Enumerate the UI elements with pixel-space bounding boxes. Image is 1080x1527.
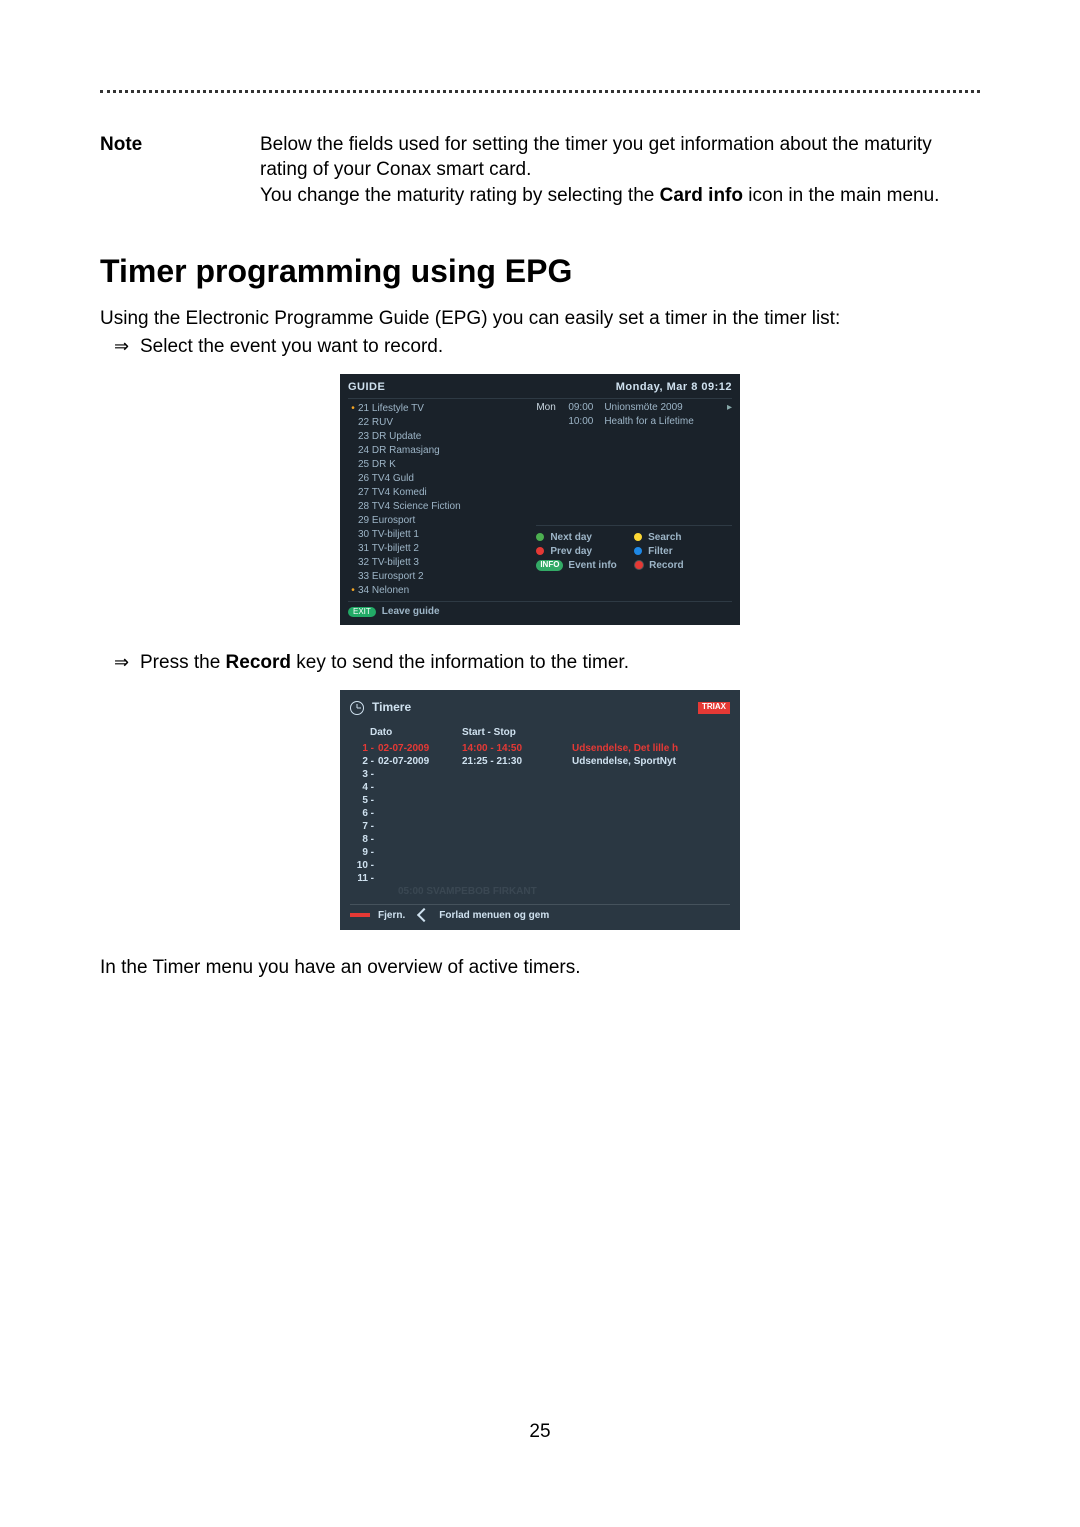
timer-row[interactable]: 10 - — [350, 859, 730, 872]
epg-right-panel: Mon09:00Unionsmöte 2009▸10:00Health for … — [532, 401, 732, 597]
card-info-ref: Card info — [660, 185, 743, 206]
intro-paragraph: Using the Electronic Programme Guide (EP… — [100, 307, 980, 332]
clock-icon — [350, 701, 364, 715]
epg-actions: Next day Search Prev day Filter INFOEven… — [536, 525, 732, 572]
page-number: 25 — [100, 1420, 980, 1445]
epg-next-day[interactable]: Next day — [536, 530, 634, 544]
epg-title: GUIDE — [348, 380, 385, 394]
epg-leave-guide[interactable]: Leave guide — [382, 605, 440, 618]
note-body: Below the fields used for setting the ti… — [260, 133, 980, 211]
epg-filter[interactable]: Filter — [634, 544, 732, 558]
epg-record[interactable]: Record — [634, 558, 732, 572]
channel-name: 23 DR Update — [358, 430, 532, 443]
timer-row[interactable]: 7 - — [350, 820, 730, 833]
channel-name: 31 TV-biljett 2 — [358, 542, 532, 555]
dotted-rule — [100, 90, 980, 93]
event-row[interactable]: 10:00Health for a Lifetime — [536, 415, 732, 429]
channel-row[interactable]: 27 TV4 Komedi — [348, 485, 532, 499]
closing-paragraph: In the Timer menu you have an overview o… — [100, 956, 980, 981]
section-heading: Timer programming using EPG — [100, 251, 980, 293]
channel-row[interactable]: 23 DR Update — [348, 429, 532, 443]
note-label: Note — [100, 133, 260, 211]
timer-title: Timere — [372, 700, 411, 716]
red-dash-icon — [350, 913, 370, 917]
epg-search[interactable]: Search — [634, 530, 732, 544]
timer-row[interactable]: 3 - — [350, 768, 730, 781]
record-key-ref: Record — [226, 652, 291, 673]
channel-row[interactable]: 24 DR Ramasjang — [348, 443, 532, 457]
epg-footer: EXIT Leave guide — [348, 601, 732, 617]
note-para-1: Below the fields used for setting the ti… — [260, 133, 980, 182]
timer-ghost-row: 05:00 SVAMPEBOB FIRKANT — [350, 885, 730, 898]
channel-name: 21 Lifestyle TV — [358, 402, 532, 415]
timer-exit[interactable]: Forlad menuen og gem — [439, 909, 549, 922]
channel-dot-icon: • — [348, 584, 358, 597]
channel-name: 30 TV-biljett 1 — [358, 528, 532, 541]
timer-screenshot: Timere TRIAX Dato Start - Stop 1 - 02-07… — [340, 690, 740, 930]
timer-row-list: 1 - 02-07-200914:00 - 14:50Udsendelse, D… — [350, 742, 730, 885]
step-1: ⇒ Select the event you want to record. — [100, 335, 980, 360]
timer-row[interactable]: 8 - — [350, 833, 730, 846]
channel-name: 29 Eurosport — [358, 514, 532, 527]
epg-datetime: Monday, Mar 8 09:12 — [616, 380, 732, 394]
channel-row[interactable]: 25 DR K — [348, 457, 532, 471]
channel-name: 34 Nelonen — [358, 584, 532, 597]
channel-row[interactable]: 32 TV-biljett 3 — [348, 555, 532, 569]
channel-row[interactable]: 33 Eurosport 2 — [348, 569, 532, 583]
exit-icon: EXIT — [348, 607, 376, 617]
timer-row[interactable]: 4 - — [350, 781, 730, 794]
epg-prev-day[interactable]: Prev day — [536, 544, 634, 558]
timer-row[interactable]: 9 - — [350, 846, 730, 859]
channel-name: 33 Eurosport 2 — [358, 570, 532, 583]
channel-name: 28 TV4 Science Fiction — [358, 500, 532, 513]
channel-name: 25 DR K — [358, 458, 532, 471]
channel-name: 22 RUV — [358, 416, 532, 429]
step-2-text: Press the Record key to send the informa… — [140, 651, 980, 676]
channel-name: 32 TV-biljett 3 — [358, 556, 532, 569]
timer-column-headers: Dato Start - Stop — [350, 726, 730, 739]
timer-remove[interactable]: Fjern. — [378, 909, 405, 922]
arrow-icon: ⇒ — [100, 335, 140, 360]
note-para-2: You change the maturity rating by select… — [260, 184, 980, 209]
back-icon — [417, 908, 431, 922]
channel-name: 26 TV4 Guld — [358, 472, 532, 485]
channel-name: 27 TV4 Komedi — [358, 486, 532, 499]
note-section: Note Below the fields used for setting t… — [100, 133, 980, 211]
channel-row[interactable]: 26 TV4 Guld — [348, 471, 532, 485]
timer-row[interactable]: 6 - — [350, 807, 730, 820]
channel-row[interactable]: 29 Eurosport — [348, 513, 532, 527]
channel-row[interactable]: •34 Nelonen — [348, 583, 532, 597]
timer-row[interactable]: 2 - 02-07-200921:25 - 21:30Udsendelse, S… — [350, 755, 730, 768]
epg-event-list: Mon09:00Unionsmöte 2009▸10:00Health for … — [536, 401, 732, 429]
timer-row[interactable]: 1 - 02-07-200914:00 - 14:50Udsendelse, D… — [350, 742, 730, 755]
epg-channel-list: •21 Lifestyle TV22 RUV23 DR Update24 DR … — [348, 401, 532, 597]
step-1-text: Select the event you want to record. — [140, 335, 980, 360]
timer-row[interactable]: 11 - — [350, 872, 730, 885]
channel-name: 24 DR Ramasjang — [358, 444, 532, 457]
timer-footer: Fjern. Forlad menuen og gem — [350, 904, 730, 922]
channel-row[interactable]: 31 TV-biljett 2 — [348, 541, 532, 555]
channel-dot-icon: • — [348, 402, 358, 415]
channel-row[interactable]: 30 TV-biljett 1 — [348, 527, 532, 541]
channel-row[interactable]: 28 TV4 Science Fiction — [348, 499, 532, 513]
arrow-icon: ⇒ — [100, 651, 140, 676]
epg-event-info[interactable]: INFOEvent info — [536, 558, 634, 572]
channel-row[interactable]: •21 Lifestyle TV — [348, 401, 532, 415]
epg-screenshot: GUIDE Monday, Mar 8 09:12 •21 Lifestyle … — [340, 374, 740, 625]
step-2: ⇒ Press the Record key to send the infor… — [100, 651, 980, 676]
channel-row[interactable]: 22 RUV — [348, 415, 532, 429]
triax-logo: TRIAX — [698, 702, 730, 713]
event-row[interactable]: Mon09:00Unionsmöte 2009▸ — [536, 401, 732, 415]
timer-row[interactable]: 5 - — [350, 794, 730, 807]
